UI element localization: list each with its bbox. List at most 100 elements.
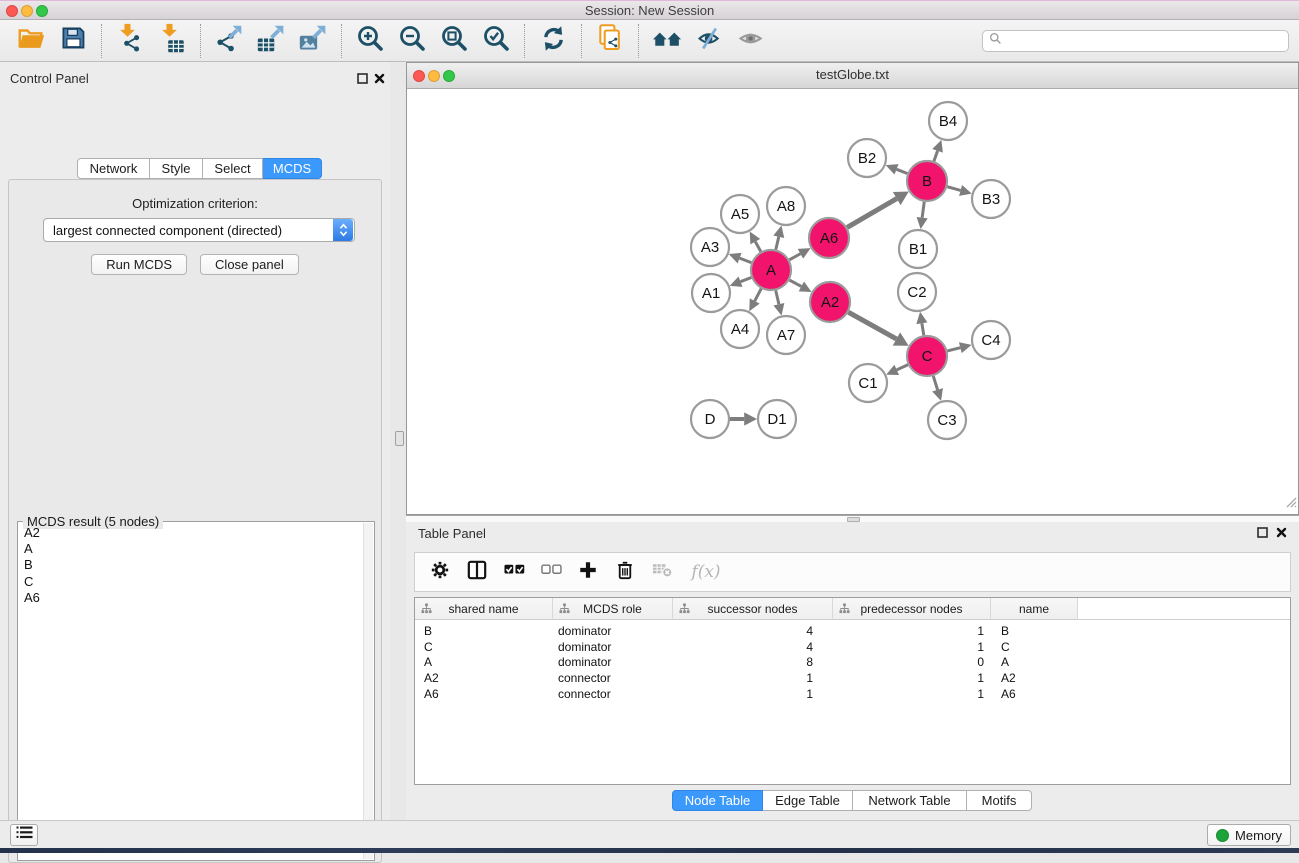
table-row[interactable]: Adominator80A <box>415 654 1290 670</box>
node-label-A4: A4 <box>731 321 749 338</box>
float-panel-icon[interactable] <box>356 72 369 85</box>
horizontal-splitter[interactable] <box>406 515 1299 522</box>
cell-predecessor-nodes: 0 <box>833 655 991 669</box>
edge-A-A3[interactable] <box>740 258 752 262</box>
tab-node-table[interactable]: Node Table <box>672 790 763 811</box>
cell-successor-nodes: 4 <box>673 640 833 654</box>
import-table-icon <box>157 23 188 59</box>
table-float-panel-icon[interactable] <box>1256 526 1269 539</box>
task-history-button[interactable] <box>10 824 38 846</box>
column-header-label: MCDS role <box>583 602 642 616</box>
edge-C-C4[interactable] <box>947 348 960 351</box>
list-icon <box>16 825 33 845</box>
edge-A6-B[interactable] <box>847 199 897 228</box>
table-toolbar: f(x) <box>414 552 1291 592</box>
edge-A-A5[interactable] <box>755 242 761 252</box>
mcds-result-item[interactable]: B <box>20 557 362 573</box>
export-image-icon <box>298 23 329 59</box>
edge-C-C1[interactable] <box>897 365 908 370</box>
vertical-splitter-grip[interactable] <box>395 431 404 446</box>
tab-select[interactable]: Select <box>203 158 263 179</box>
edge-C-C3[interactable] <box>933 376 937 390</box>
edge-A-A6[interactable] <box>789 254 800 260</box>
column-header-successor-nodes[interactable]: successor nodes <box>673 598 833 620</box>
column-header-name[interactable]: name <box>991 598 1078 620</box>
edge-A-A7[interactable] <box>776 290 779 304</box>
table-row[interactable]: A6connector11A6 <box>415 686 1290 702</box>
search-box <box>982 30 1289 52</box>
tab-network-table[interactable]: Network Table <box>853 790 967 811</box>
zoom-selected-button[interactable] <box>478 23 514 59</box>
delete-row-button[interactable] <box>612 559 638 585</box>
run-mcds-button[interactable]: Run MCDS <box>91 254 187 275</box>
cell-predecessor-nodes: 1 <box>833 640 991 654</box>
edge-A-A2[interactable] <box>789 280 801 286</box>
edge-B-B4[interactable] <box>934 151 938 161</box>
tab-mcds[interactable]: MCDS <box>263 158 322 179</box>
zoom-fit-button[interactable] <box>436 23 472 59</box>
mcds-result-item[interactable]: A <box>20 541 362 557</box>
export-table-button[interactable] <box>253 23 289 59</box>
hide-panels-button[interactable] <box>691 23 727 59</box>
table-close-panel-icon[interactable] <box>1275 526 1288 539</box>
close-panel-icon[interactable] <box>373 72 386 85</box>
edge-B-B1[interactable] <box>922 202 924 218</box>
mcds-result-item[interactable]: A6 <box>20 590 362 606</box>
zoom-out-button[interactable] <box>394 23 430 59</box>
duplicate-network-button[interactable] <box>592 23 628 59</box>
column-visibility-button[interactable] <box>464 559 490 585</box>
unselect-all-rows-button[interactable] <box>538 559 564 585</box>
export-image-button[interactable] <box>295 23 331 59</box>
table-settings-button[interactable] <box>427 559 453 585</box>
export-network-button[interactable] <box>211 23 247 59</box>
tab-motifs[interactable]: Motifs <box>967 790 1032 811</box>
resize-grip-icon[interactable] <box>1283 494 1297 513</box>
search-input[interactable] <box>1006 32 1282 50</box>
edge-B-B2[interactable] <box>897 169 908 173</box>
import-network-button[interactable] <box>112 23 148 59</box>
table-row[interactable]: Bdominator41B <box>415 623 1290 639</box>
tab-style[interactable]: Style <box>150 158 203 179</box>
node-label-C4: C4 <box>981 332 1000 349</box>
tab-edge-table[interactable]: Edge Table <box>763 790 853 811</box>
zoom-in-button[interactable] <box>352 23 388 59</box>
edge-A-A4[interactable] <box>755 289 762 301</box>
select-all-rows-button[interactable] <box>501 559 527 585</box>
edge-arrow-icon <box>773 303 784 316</box>
network-window-titlebar[interactable]: testGlobe.txt <box>407 63 1298 89</box>
node-label-C1: C1 <box>858 375 877 392</box>
table-row[interactable]: Cdominator41C <box>415 639 1290 655</box>
column-header-shared-name[interactable]: shared name <box>415 598 553 620</box>
edge-C-C2[interactable] <box>922 323 924 335</box>
edge-A2-C[interactable] <box>848 312 896 339</box>
add-row-button[interactable] <box>575 559 601 585</box>
function-builder-button: f(x) <box>686 559 726 585</box>
mcds-result-item[interactable]: C <box>20 574 362 590</box>
network-overview-button[interactable] <box>649 23 685 59</box>
column-header-MCDS-role[interactable]: MCDS role <box>553 598 673 620</box>
edge-B-B3[interactable] <box>947 187 960 191</box>
node-label-D: D <box>705 411 716 428</box>
open-session-icon <box>16 23 46 58</box>
save-session-button[interactable] <box>55 23 91 59</box>
save-session-icon <box>59 24 87 57</box>
show-panels-button[interactable] <box>733 23 769 59</box>
cell-shared-name: A2 <box>415 671 553 685</box>
refresh-button[interactable] <box>535 23 571 59</box>
memory-button[interactable]: Memory <box>1207 824 1291 846</box>
toolbar-separator <box>524 24 525 58</box>
mcds-result-item[interactable]: A2 <box>20 525 362 541</box>
close-panel-button[interactable]: Close panel <box>200 254 299 275</box>
edge-A-A8[interactable] <box>776 237 779 250</box>
tab-network[interactable]: Network <box>77 158 150 179</box>
edge-A-A1[interactable] <box>741 278 752 282</box>
result-scrollbar[interactable] <box>363 523 373 859</box>
import-table-button[interactable] <box>154 23 190 59</box>
open-session-button[interactable] <box>13 23 49 59</box>
table-row[interactable]: A2connector11A2 <box>415 670 1290 686</box>
cell-shared-name: A6 <box>415 687 553 701</box>
column-header-predecessor-nodes[interactable]: predecessor nodes <box>833 598 991 620</box>
zoom-in-icon <box>355 23 385 58</box>
network-canvas[interactable]: B4B2BB3A5A8A6A3B1AA1C2A2A4A7C4CC1C3DD1 <box>407 89 1298 514</box>
criterion-select[interactable]: largest connected component (directed) <box>43 218 355 242</box>
